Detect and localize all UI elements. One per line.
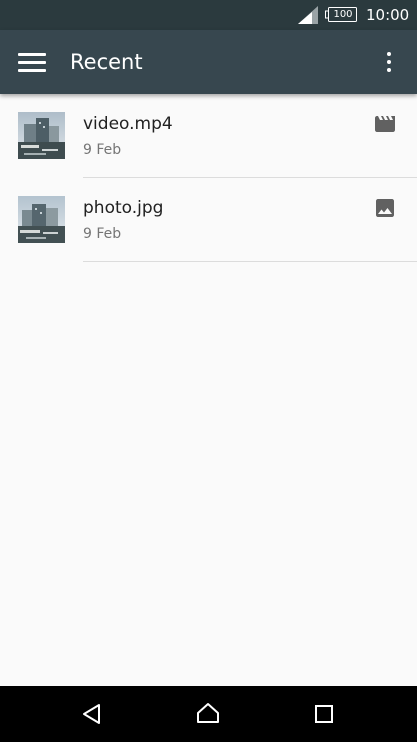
file-date: 9 Feb (83, 142, 122, 158)
file-name: photo.jpg (83, 198, 164, 218)
recents-square-icon[interactable] (310, 700, 338, 728)
file-date: 9 Feb (83, 226, 122, 242)
file-list: video.mp4 9 Feb photo.jpg 9 Feb (0, 94, 417, 262)
file-name: video.mp4 (83, 114, 173, 134)
navigation-bar (0, 686, 417, 742)
more-vert-icon[interactable] (374, 46, 404, 78)
list-item[interactable]: photo.jpg 9 Feb (0, 178, 417, 262)
battery-level: 100 (333, 9, 353, 20)
app-bar: Recent (0, 30, 417, 94)
hamburger-menu-icon[interactable] (12, 44, 52, 80)
image-icon (376, 199, 394, 217)
list-divider (83, 261, 417, 262)
file-thumbnail (18, 196, 65, 243)
page-title: Recent (70, 50, 143, 74)
status-time: 10:00 (366, 6, 410, 24)
list-item[interactable]: video.mp4 9 Feb (0, 94, 417, 178)
status-bar: 100 10:00 (0, 0, 417, 30)
back-triangle-icon[interactable] (79, 700, 107, 728)
signal-strength-icon (298, 6, 318, 24)
home-icon[interactable] (194, 700, 222, 728)
movie-clapper-icon (375, 116, 395, 132)
file-thumbnail (18, 112, 65, 159)
